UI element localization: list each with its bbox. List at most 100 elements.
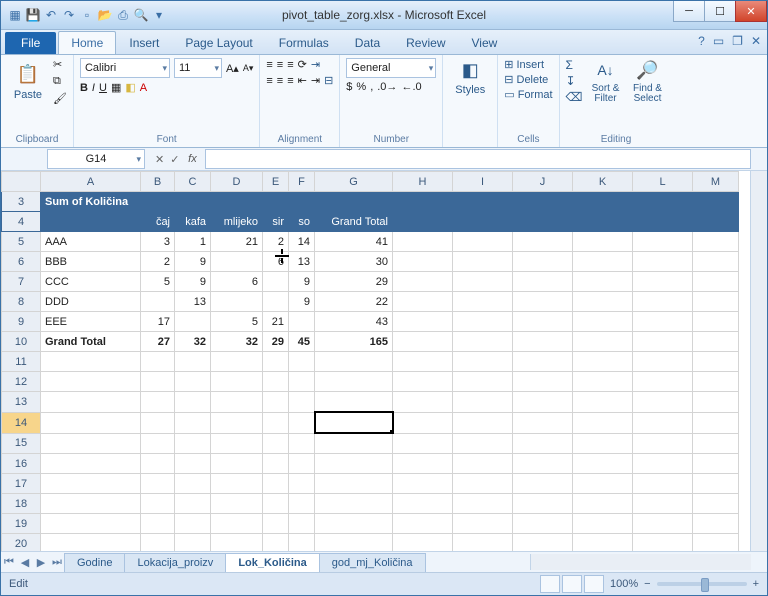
cell[interactable]: [453, 534, 513, 552]
cell[interactable]: [211, 454, 263, 474]
cell[interactable]: [513, 192, 573, 212]
cell[interactable]: [633, 192, 693, 212]
pivot-value-cell[interactable]: 21: [211, 232, 263, 252]
cell[interactable]: [393, 192, 453, 212]
bold-button[interactable]: B: [80, 82, 88, 94]
cell[interactable]: [393, 433, 453, 454]
cell[interactable]: [633, 514, 693, 534]
cell[interactable]: [393, 372, 453, 392]
cell[interactable]: [693, 312, 739, 332]
cell[interactable]: [453, 332, 513, 352]
tab-home[interactable]: Home: [58, 31, 116, 54]
cell[interactable]: [41, 514, 141, 534]
pivot-value-cell[interactable]: 13: [175, 292, 211, 312]
zoom-out-button[interactable]: −: [644, 578, 650, 590]
pivot-row-label[interactable]: EEE: [41, 312, 141, 332]
cell[interactable]: [289, 474, 315, 494]
cell[interactable]: [573, 454, 633, 474]
cell[interactable]: [453, 352, 513, 372]
cell[interactable]: [453, 433, 513, 454]
pivot-value-cell[interactable]: [211, 292, 263, 312]
cell[interactable]: [633, 232, 693, 252]
cell[interactable]: [41, 433, 141, 454]
cell[interactable]: [633, 312, 693, 332]
align-bottom-icon[interactable]: ≡: [287, 59, 293, 71]
print-icon[interactable]: ⎙: [115, 7, 131, 23]
pivot-value-cell[interactable]: 3: [141, 232, 175, 252]
pivot-total-cell[interactable]: 32: [175, 332, 211, 352]
cell[interactable]: [693, 454, 739, 474]
cell[interactable]: [393, 272, 453, 292]
worksheet-grid[interactable]: A B C D E F G H I J K L M 3Sum of Količi…: [1, 171, 739, 551]
cell[interactable]: [573, 514, 633, 534]
row-header[interactable]: 14: [2, 412, 41, 433]
tab-view[interactable]: View: [459, 31, 511, 54]
row-header[interactable]: 8: [2, 292, 41, 312]
select-all-button[interactable]: [2, 172, 41, 192]
cell[interactable]: [453, 312, 513, 332]
pivot-value-cell[interactable]: 14: [289, 232, 315, 252]
cell[interactable]: [633, 372, 693, 392]
vertical-scrollbar[interactable]: [750, 171, 767, 551]
pivot-value-cell[interactable]: 5: [141, 272, 175, 292]
percent-icon[interactable]: %: [356, 81, 366, 93]
cell[interactable]: [393, 412, 453, 433]
pivot-value-cell[interactable]: 22: [315, 292, 393, 312]
cell[interactable]: [289, 352, 315, 372]
cell[interactable]: [453, 494, 513, 514]
pivot-total-cell[interactable]: 165: [315, 332, 393, 352]
row-header[interactable]: 15: [2, 433, 41, 454]
sort-filter-button[interactable]: A↓ Sort & Filter: [587, 58, 625, 104]
cell[interactable]: [289, 454, 315, 474]
comma-icon[interactable]: ,: [370, 81, 373, 93]
cell[interactable]: [513, 372, 573, 392]
cell[interactable]: [41, 392, 141, 413]
cell[interactable]: [211, 494, 263, 514]
cell[interactable]: [573, 392, 633, 413]
pivot-value-cell[interactable]: 17: [141, 312, 175, 332]
cell[interactable]: [41, 352, 141, 372]
help-icon[interactable]: ?: [698, 34, 705, 48]
cell[interactable]: [263, 372, 289, 392]
cell[interactable]: [513, 433, 573, 454]
cell[interactable]: [393, 312, 453, 332]
cell[interactable]: [513, 292, 573, 312]
col-header[interactable]: A: [41, 172, 141, 192]
col-header[interactable]: E: [263, 172, 289, 192]
cell[interactable]: [315, 433, 393, 454]
shrink-font-icon[interactable]: A▾: [243, 63, 254, 74]
col-header[interactable]: D: [211, 172, 263, 192]
indent-dec-icon[interactable]: ⇤: [298, 74, 307, 87]
align-center-icon[interactable]: ≡: [277, 75, 283, 87]
cell[interactable]: [393, 212, 453, 232]
cell[interactable]: [393, 534, 453, 552]
currency-icon[interactable]: $: [346, 81, 352, 93]
cell[interactable]: [633, 292, 693, 312]
cell[interactable]: [513, 454, 573, 474]
tab-data[interactable]: Data: [342, 31, 393, 54]
cell[interactable]: [693, 494, 739, 514]
align-top-icon[interactable]: ≡: [266, 59, 272, 71]
qat-more-icon[interactable]: ▾: [151, 7, 167, 23]
pivot-value-cell[interactable]: 13: [289, 252, 315, 272]
pivot-value-cell[interactable]: 5: [211, 312, 263, 332]
pivot-col-label[interactable]: [41, 212, 141, 232]
autosum-icon[interactable]: Σ: [566, 58, 583, 72]
cell[interactable]: [513, 312, 573, 332]
cell[interactable]: [513, 474, 573, 494]
cell[interactable]: [289, 392, 315, 413]
cell[interactable]: [513, 252, 573, 272]
horizontal-scrollbar[interactable]: [530, 554, 751, 570]
cell[interactable]: [633, 252, 693, 272]
delete-cells-button[interactable]: ⊟ Delete: [504, 73, 552, 86]
sheet-tab-godine[interactable]: Godine: [64, 553, 125, 572]
orientation-icon[interactable]: ⟳: [298, 58, 307, 71]
tab-formulas[interactable]: Formulas: [266, 31, 342, 54]
cell[interactable]: [573, 252, 633, 272]
pivot-value-cell[interactable]: 1: [175, 232, 211, 252]
cell[interactable]: [263, 412, 289, 433]
grow-font-icon[interactable]: A▴: [226, 62, 239, 75]
cell[interactable]: [573, 372, 633, 392]
col-header[interactable]: F: [289, 172, 315, 192]
view-normal-button[interactable]: [540, 575, 560, 593]
